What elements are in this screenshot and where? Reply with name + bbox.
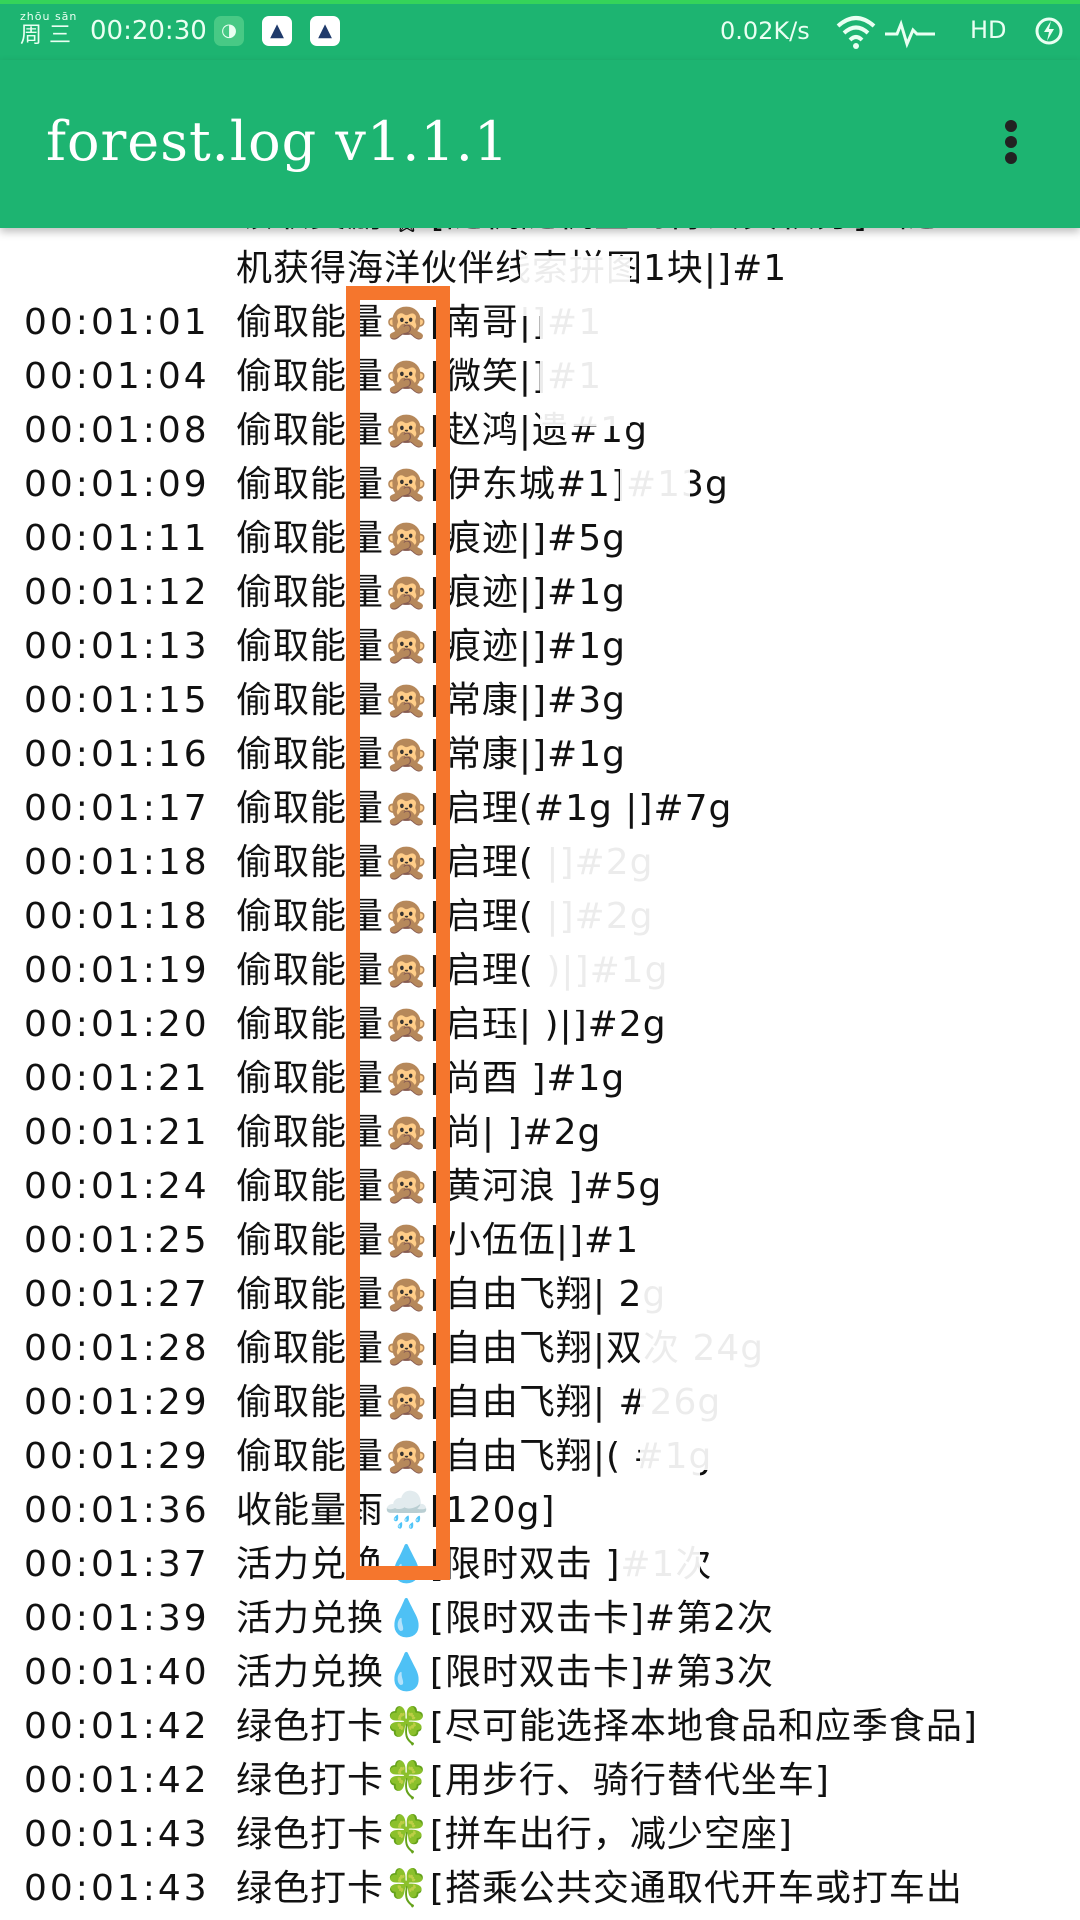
log-line: 00:01:21 偷取能量🙊[尚| ]#2g xyxy=(24,1106,1064,1160)
log-line: 00:01:36 收能量雨🌧️[120g] xyxy=(24,1484,1064,1538)
signal-icon xyxy=(885,19,935,49)
log-line: 00:01:42 绿色打卡🍀[尽可能选择本地食品和应季食品] xyxy=(24,1700,1064,1754)
log-timestamp: 00:01:15 xyxy=(24,680,210,721)
log-timestamp: 00:01:42 xyxy=(24,1760,210,1801)
log-timestamp: 00:01:25 xyxy=(24,1220,210,1261)
log-line: 00:01:28 偷取能量🙊[自由飞翔|双次 24g xyxy=(24,1322,1064,1376)
log-timestamp: 00:01:04 xyxy=(24,356,210,397)
app-bar: forest.log v1.1.1 xyxy=(0,60,1080,228)
log-timestamp: 00:01:21 xyxy=(24,1112,210,1153)
log-line: 00:01:40 活力兑换💧[限时双击卡]#第3次 xyxy=(24,1646,1064,1700)
log-list[interactable]: 00:00:54领取奖励🎖[随机随机签到得会员积分]#随机获得海洋伙伴线索拼图1… xyxy=(0,200,1080,1920)
log-timestamp: 00:01:43 xyxy=(24,1814,210,1855)
log-timestamp: 00:01:11 xyxy=(24,518,210,559)
log-line: 00:01:15 偷取能量🙊[常康|]#3g xyxy=(24,674,1064,728)
log-message: 机获得海洋伙伴线索拼图1块|]#1 xyxy=(236,248,788,289)
log-message: 偷取能量🙊[启珏| )|]#2g xyxy=(236,1004,667,1045)
redaction-mark xyxy=(520,256,630,316)
log-line: 00:01:21 偷取能量🙊[尚酉 ]#1g xyxy=(24,1052,1064,1106)
log-line: 00:01:43 绿色打卡🍀[拼车出行，减少空座] xyxy=(24,1808,1064,1862)
redaction-mark xyxy=(540,830,710,1010)
screen: zhōu sān 周 三 00:20:30 ◑ ▲ ▲ 0.02K/s HD 0… xyxy=(0,0,1080,1920)
log-line: 00:01:37 活力兑换💧[限时双击 ]#1次 xyxy=(24,1538,1064,1592)
log-message: 绿色打卡🍀[拼车出行，减少空座] xyxy=(236,1814,793,1855)
redaction-mark xyxy=(540,316,630,426)
app-title: forest.log v1.1.1 xyxy=(46,110,510,173)
log-message: 活力兑换💧[限时双击卡]#第3次 xyxy=(236,1652,774,1693)
log-message: 绿色打卡🍀[搭乘公共交通取代开车或打车出 xyxy=(236,1868,963,1909)
log-message: 绿色打卡🍀[用步行、骑行替代坐车] xyxy=(236,1760,830,1801)
log-line: 00:01:29 偷取能量🙊[自由飞翔|( #1g xyxy=(24,1430,1064,1484)
network-type-label: HD xyxy=(970,16,1007,44)
more-vertical-icon xyxy=(1005,152,1017,164)
log-line: 00:01:27 偷取能量🙊[自由飞翔| 2g xyxy=(24,1268,1064,1322)
log-line: 00:01:42 绿色打卡🍀[用步行、骑行替代坐车] xyxy=(24,1754,1064,1808)
redaction-mark xyxy=(620,460,690,520)
log-timestamp: 00:01:17 xyxy=(24,788,210,829)
log-timestamp: 00:01:28 xyxy=(24,1328,210,1369)
clock: 00:20:30 xyxy=(90,16,207,46)
log-timestamp: 00:01:13 xyxy=(24,626,210,667)
log-message: 绿色打卡🍀[尽可能选择本地食品和应季食品] xyxy=(236,1706,978,1747)
log-timestamp: 00:01:20 xyxy=(24,1004,210,1045)
log-message: 偷取能量🙊[启理(#1g |]#7g xyxy=(236,788,733,829)
log-line: 00:01:39 活力兑换💧[限时双击卡]#第2次 xyxy=(24,1592,1064,1646)
log-message: 偷取能量🙊[自由飞翔| 2g xyxy=(236,1274,667,1315)
log-timestamp: 00:01:29 xyxy=(24,1382,210,1423)
wifi-icon xyxy=(836,16,876,49)
log-timestamp: 00:01:18 xyxy=(24,896,210,937)
redaction-mark xyxy=(640,1050,700,1140)
log-timestamp: 00:01:27 xyxy=(24,1274,210,1315)
log-timestamp: 00:01:16 xyxy=(24,734,210,775)
charging-icon xyxy=(1035,17,1063,45)
log-timestamp: 00:01:37 xyxy=(24,1544,210,1585)
log-line: 00:01:29 偷取能量🙊[自由飞翔| #26g xyxy=(24,1376,1064,1430)
redaction-mark xyxy=(620,1470,700,1580)
log-timestamp: 00:01:12 xyxy=(24,572,210,613)
log-timestamp: 00:01:18 xyxy=(24,842,210,883)
log-timestamp: 00:01:36 xyxy=(24,1490,210,1531)
highlight-box xyxy=(346,286,450,1580)
weekday-pinyin: zhōu sān xyxy=(20,10,78,23)
log-timestamp: 00:01:29 xyxy=(24,1436,210,1477)
log-line: 00:01:43 绿色打卡🍀[搭乘公共交通取代开车或打车出 xyxy=(24,1862,1064,1916)
cat-app-icon: ▲ xyxy=(310,16,340,46)
log-timestamp: 00:01:39 xyxy=(24,1598,210,1639)
log-line: 00:01:24 偷取能量🙊[黄河浪 ]#5g xyxy=(24,1160,1064,1214)
log-timestamp: 00:01:08 xyxy=(24,410,210,451)
weekday-label: 周 三 xyxy=(20,23,71,48)
log-line: 00:01:09 偷取能量🙊[伊东城#1]#13g xyxy=(24,458,1064,512)
log-timestamp: 00:01:43 xyxy=(24,1868,210,1909)
log-timestamp: 00:01:42 xyxy=(24,1706,210,1747)
redaction-mark xyxy=(640,1250,760,1470)
log-line: 00:01:16 偷取能量🙊[常康|]#1g xyxy=(24,728,1064,782)
log-timestamp: 00:01:24 xyxy=(24,1166,210,1207)
log-timestamp: 00:01:01 xyxy=(24,302,210,343)
more-vertical-icon xyxy=(1005,136,1017,148)
log-line: 00:01:11 偷取能量🙊[痕迹|]#5g xyxy=(24,512,1064,566)
log-timestamp: 00:01:21 xyxy=(24,1058,210,1099)
cat-app-icon: ▲ xyxy=(262,16,292,46)
shield-icon: ◑ xyxy=(214,16,244,46)
log-line: 00:01:25 偷取能量🙊[小伍伍|]#1 xyxy=(24,1214,1064,1268)
log-line: 00:01:12 偷取能量🙊[痕迹|]#1g xyxy=(24,566,1064,620)
log-timestamp: 00:01:09 xyxy=(24,464,210,505)
log-line: 00:01:13 偷取能量🙊[痕迹|]#1g xyxy=(24,620,1064,674)
log-timestamp: 00:01:40 xyxy=(24,1652,210,1693)
more-options-button[interactable] xyxy=(990,112,1034,172)
weekday-indicator: zhōu sān 周 三 xyxy=(20,10,80,48)
log-line: 00:01:17 偷取能量🙊[启理(#1g |]#7g xyxy=(24,782,1064,836)
log-message: 活力兑换💧[限时双击卡]#第2次 xyxy=(236,1598,774,1639)
network-speed: 0.02K/s xyxy=(720,17,810,45)
log-timestamp: 00:01:19 xyxy=(24,950,210,991)
status-bar: zhōu sān 周 三 00:20:30 ◑ ▲ ▲ 0.02K/s HD xyxy=(0,0,1080,60)
more-vertical-icon xyxy=(1005,120,1017,132)
